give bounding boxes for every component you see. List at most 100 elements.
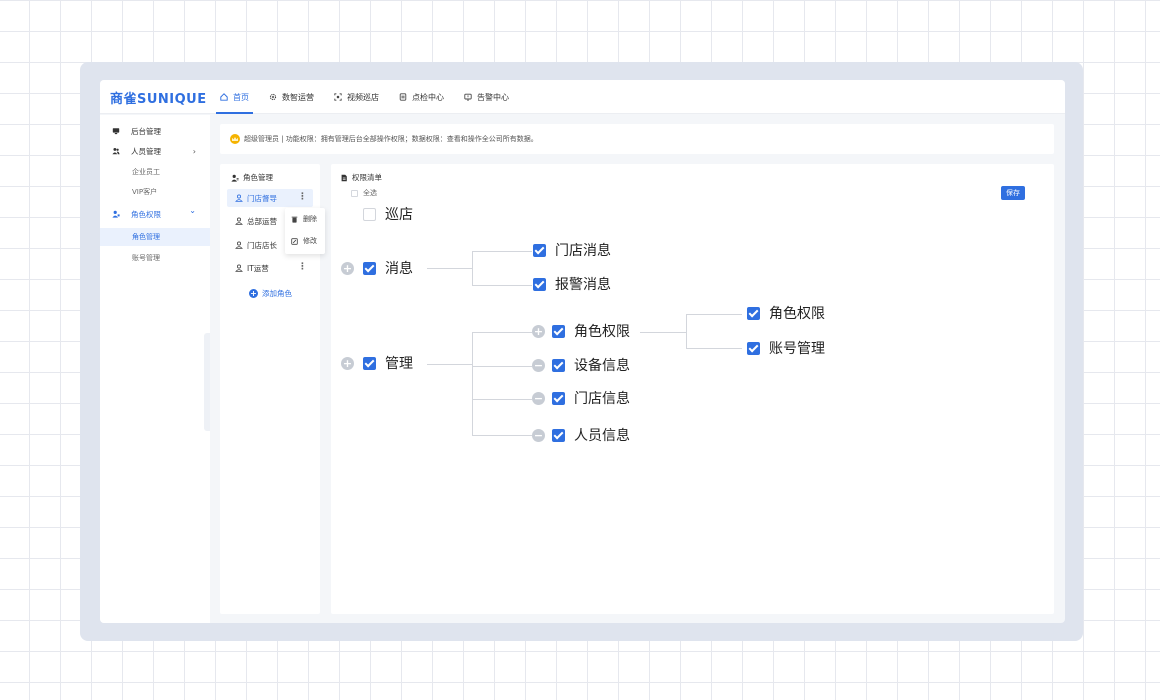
permission-list-panel: 权限清单: [331, 164, 1054, 614]
role-item-label: 总部运营: [247, 216, 277, 226]
sidebar-subitem-role-management[interactable]: 角色管理: [100, 228, 210, 246]
perm-node-store-info: 门店信息: [574, 391, 630, 407]
role-notice-bar: 超级管理员 | 功能权限：拥有管理后台全部操作权限；数据权限：查看和操作全公司所…: [220, 124, 1054, 154]
trash-icon: [291, 216, 298, 223]
nav-tab-inspection[interactable]: 点检中心: [389, 80, 454, 114]
top-navbar: 商雀SUNIQUE 首页 数智运营 视频巡店 点检中心 告警中心: [100, 80, 1065, 114]
checkbox-device-info[interactable]: [552, 359, 565, 372]
tree-connector: [472, 332, 473, 436]
collapse-icon[interactable]: −: [532, 392, 545, 405]
permission-panel-title: 权限清单: [340, 172, 382, 183]
sidebar-collapse-handle[interactable]: [204, 333, 210, 431]
collapse-icon[interactable]: −: [532, 429, 545, 442]
menu-item-delete[interactable]: 删除: [291, 213, 317, 225]
tree-connector: [472, 399, 532, 400]
checkbox-patrol[interactable]: [363, 208, 376, 221]
role-item-label: 门店店长: [247, 240, 277, 250]
gear-icon: [269, 93, 277, 101]
sidebar-item-label: 人员管理: [131, 146, 161, 156]
perm-node-store-message: 门店消息: [555, 243, 611, 259]
plus-circle-icon: +: [249, 289, 258, 298]
tree-connector: [427, 364, 473, 365]
chevron-down-icon: ⌄: [189, 206, 196, 215]
sidebar-item-role-permissions[interactable]: 角色权限 ⌄: [100, 205, 210, 223]
checkbox-manage[interactable]: [363, 357, 376, 370]
expand-icon[interactable]: +: [532, 325, 545, 338]
document-icon: [341, 174, 347, 181]
perm-node-manage: 管理: [385, 356, 413, 372]
tree-connector: [472, 366, 532, 367]
sidebar-subitem-account-management[interactable]: 账号管理: [100, 249, 210, 267]
perm-node-message: 消息: [385, 261, 413, 277]
role-item-label: 门店督导: [247, 193, 277, 203]
checkbox-store-info[interactable]: [552, 392, 565, 405]
expand-icon[interactable]: +: [341, 262, 354, 275]
perm-node-device-info: 设备信息: [574, 358, 630, 374]
app-window: 商雀SUNIQUE 首页 数智运营 视频巡店 点检中心 告警中心 后台管理 人员…: [100, 80, 1065, 623]
sidebar-item-label: 角色权限: [131, 209, 161, 219]
user-icon: [235, 264, 243, 272]
camera-scan-icon: [334, 93, 342, 101]
nav-tab-operations[interactable]: 数智运营: [259, 80, 324, 114]
nav-tab-alerts[interactable]: 告警中心: [454, 80, 519, 114]
checkbox-unchecked: [351, 189, 358, 197]
menu-item-edit[interactable]: 修改: [291, 235, 317, 247]
monitor-icon: [112, 128, 120, 135]
tree-connector: [472, 332, 532, 333]
perm-node-role-permission-sub: 角色权限: [769, 306, 825, 322]
notice-text: 超级管理员 | 功能权限：拥有管理后台全部操作权限；数据权限：查看和操作全公司所…: [244, 135, 538, 143]
role-panel-title: 角色管理: [231, 172, 273, 183]
user-role-icon: [112, 210, 120, 218]
tree-connector: [686, 314, 687, 349]
nav-tab-label: 首页: [233, 92, 249, 102]
sidebar-item-label: 后台管理: [131, 126, 161, 136]
checkbox-store-message[interactable]: [533, 244, 546, 257]
select-all-checkbox[interactable]: 全选: [351, 188, 377, 198]
tree-connector: [427, 268, 473, 269]
user-icon: [235, 194, 243, 202]
checkbox-staff-info[interactable]: [552, 429, 565, 442]
checkbox-message[interactable]: [363, 262, 376, 275]
nav-tab-video-patrol[interactable]: 视频巡店: [324, 80, 389, 114]
expand-icon[interactable]: +: [341, 357, 354, 370]
checkbox-role-permission-sub[interactable]: [747, 307, 760, 320]
tree-connector: [686, 348, 742, 349]
nav-tab-label: 点检中心: [412, 92, 444, 102]
tree-connector: [472, 251, 473, 286]
tree-connector: [640, 332, 687, 333]
select-all-label: 全选: [363, 189, 377, 197]
checklist-icon: [399, 93, 407, 101]
sidebar-subitem-vip[interactable]: VIP客户: [100, 183, 210, 201]
tree-connector: [472, 251, 532, 252]
role-item-store-supervisor[interactable]: 门店督导 ⋮: [227, 189, 313, 207]
perm-node-role-permission: 角色权限: [574, 324, 630, 340]
role-panel-title-label: 角色管理: [243, 173, 273, 182]
checkbox-role-permission[interactable]: [552, 325, 565, 338]
sidebar-item-backend[interactable]: 后台管理: [100, 122, 210, 140]
collapse-icon[interactable]: −: [532, 359, 545, 372]
checkbox-account-management[interactable]: [747, 342, 760, 355]
sidebar-subitem-employees[interactable]: 企业员工: [100, 163, 210, 181]
save-button[interactable]: 保存: [1001, 186, 1025, 200]
brand-logo[interactable]: 商雀SUNIQUE: [110, 88, 207, 107]
home-icon: [220, 93, 228, 101]
role-context-menu: 删除 修改: [285, 208, 325, 254]
nav-tab-home[interactable]: 首页: [210, 80, 259, 114]
checkbox-alarm-message[interactable]: [533, 278, 546, 291]
nav-tab-label: 告警中心: [477, 92, 509, 102]
nav-tab-label: 数智运营: [282, 92, 314, 102]
perm-node-alarm-message: 报警消息: [555, 277, 611, 293]
add-role-button[interactable]: + 添加角色: [249, 288, 292, 299]
edit-icon: [291, 237, 298, 245]
tree-connector: [472, 285, 532, 286]
tree-connector: [686, 314, 742, 315]
sidebar-item-staff[interactable]: 人员管理 ›: [100, 142, 210, 160]
permission-panel-title-label: 权限清单: [352, 173, 382, 182]
crown-icon: [230, 134, 240, 144]
user-group-icon: [231, 174, 239, 182]
sidebar: 后台管理 人员管理 › 企业员工 VIP客户 角色权限 ⌄ 角色管理 账号管理: [100, 115, 210, 623]
more-vertical-icon[interactable]: ⋮: [298, 262, 307, 272]
perm-node-account-management: 账号管理: [769, 341, 825, 357]
role-item-it-operations[interactable]: IT运营 ⋮: [227, 259, 313, 277]
more-vertical-icon[interactable]: ⋮: [298, 192, 307, 202]
